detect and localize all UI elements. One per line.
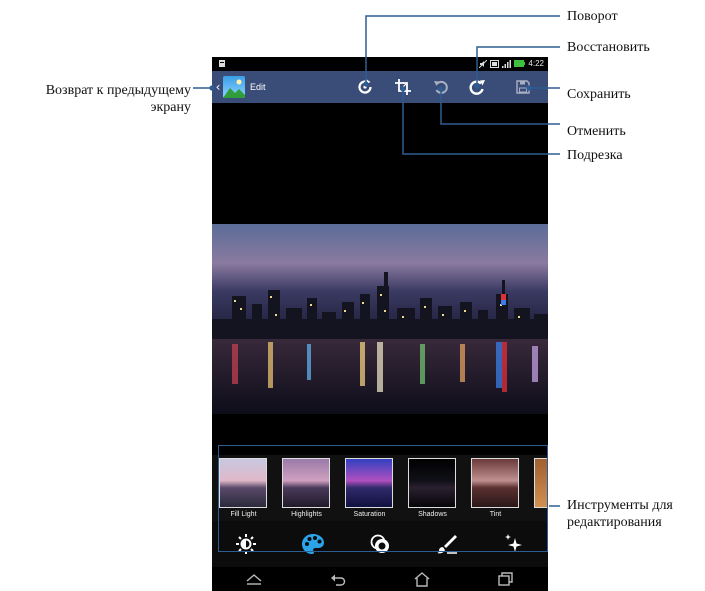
- redo-callout: Восстановить: [567, 40, 650, 55]
- signal-icon: [502, 59, 512, 68]
- home-icon: [414, 571, 430, 587]
- save-callout: Сохранить: [567, 87, 631, 102]
- palette-icon: [301, 534, 324, 554]
- photo-preview: [212, 224, 548, 414]
- effect-thumbnails: Fill Light Highlights Saturation Shadows…: [212, 455, 548, 521]
- thumbnail-tint[interactable]: Tint: [464, 455, 527, 521]
- color-tool[interactable]: [300, 531, 326, 557]
- effects-tool[interactable]: [501, 531, 527, 557]
- undo-callout: Отменить: [567, 124, 626, 139]
- brightness-icon: [235, 534, 256, 554]
- rotate-button[interactable]: [355, 77, 375, 97]
- brightness-tool[interactable]: [233, 531, 259, 557]
- back-icon: [331, 574, 346, 586]
- redo-icon: [469, 80, 485, 95]
- page-title: Edit: [250, 82, 266, 92]
- save-button[interactable]: [513, 77, 533, 97]
- battery-icon: [514, 60, 526, 67]
- recent-apps-up-icon: [246, 574, 262, 585]
- tools-callout-line2: редактирования: [567, 515, 662, 530]
- navigation-bar: [212, 567, 548, 591]
- recents-icon: [498, 572, 513, 586]
- rotate-callout: Поворот: [567, 9, 618, 24]
- filters-tool[interactable]: [367, 531, 393, 557]
- thumbnail-label: Tint: [489, 511, 502, 518]
- back-callout-line1: Возврат к предыдущему: [45, 83, 191, 98]
- sim-icon: [490, 59, 500, 68]
- back-nav-button[interactable]: [327, 570, 349, 588]
- save-icon: [516, 80, 530, 94]
- rotate-icon: [358, 79, 372, 94]
- sparkle-icon: [505, 534, 523, 552]
- back-button[interactable]: ‹ Edit: [212, 71, 286, 103]
- back-chevron-icon: ‹: [215, 80, 221, 94]
- undo-icon: [434, 80, 448, 94]
- recents-button[interactable]: [495, 570, 517, 588]
- thumbnail-saturation[interactable]: Saturation: [338, 455, 401, 521]
- thumbnail-label: Fill Light: [230, 511, 257, 518]
- notification-icon: [219, 60, 225, 67]
- action-bar: ‹ Edit: [212, 71, 548, 103]
- crop-button[interactable]: [393, 77, 413, 97]
- crop-icon: [395, 79, 411, 95]
- tools-callout-line1: Инструменты для: [567, 498, 673, 513]
- mute-icon: [479, 59, 488, 68]
- thumbnail-label: Shadows: [418, 511, 447, 518]
- tool-category-bar: [212, 521, 548, 567]
- filter-circles-icon: [370, 534, 389, 553]
- thumbnail-label: Saturation: [353, 511, 386, 518]
- back-callout-line2: экрану: [150, 100, 191, 115]
- undo-button[interactable]: [431, 77, 451, 97]
- editing-tools-panel: Fill Light Highlights Saturation Shadows…: [212, 455, 548, 567]
- thumbnail-partial[interactable]: [527, 455, 548, 521]
- thumbnail-fill-light[interactable]: Fill Light: [212, 455, 275, 521]
- recent-apps-up-button[interactable]: [243, 570, 265, 588]
- status-time: 4:22: [528, 59, 544, 68]
- thumbnail-shadows[interactable]: Shadows: [401, 455, 464, 521]
- brush-icon: [437, 535, 458, 554]
- crop-callout: Подрезка: [567, 148, 623, 163]
- status-bar: 4:22: [212, 57, 548, 71]
- home-button[interactable]: [411, 570, 433, 588]
- brush-tool[interactable]: [434, 531, 460, 557]
- thumbnail-label: Highlights: [291, 511, 322, 518]
- back-callout: Возврат к предыдущему экрану: [8, 82, 191, 116]
- redo-button[interactable]: [467, 77, 487, 97]
- phone-screen: 4:22 ‹ Edit Fill Light Highlights Satura…: [212, 57, 548, 591]
- gallery-app-icon: [223, 76, 245, 98]
- tools-callout: Инструменты для редактирования: [567, 497, 673, 531]
- thumbnail-highlights[interactable]: Highlights: [275, 455, 338, 521]
